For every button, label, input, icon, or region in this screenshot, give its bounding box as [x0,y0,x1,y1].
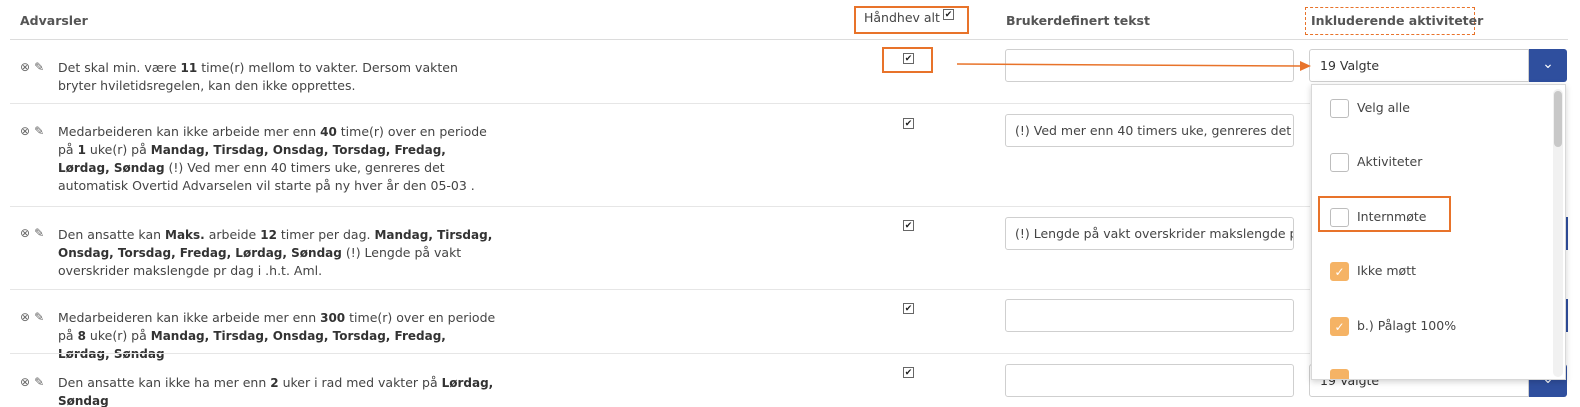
row-1-select-toggle[interactable]: ⌄ [1529,49,1567,82]
row-2-text: Medarbeideren kan ikke arbeide mer enn 4… [58,124,487,193]
row-4-enforce-checkbox[interactable]: ✔ [903,303,914,314]
circle-x-icon[interactable]: ⊗ [20,226,30,240]
row-1-text: Det skal min. være 11 time(r) mellom to … [58,60,458,93]
dropdown-item-velg-alle[interactable]: Velg alle [1330,99,1410,119]
row-divider [10,103,1310,104]
enforce-all-checkbox[interactable]: ✔ [943,9,954,20]
row-4-text: Medarbeideren kan ikke arbeide mer enn 3… [58,310,496,361]
header-brukerdefinert: Brukerdefinert tekst [1006,13,1150,28]
header-inkluderende: Inkluderende aktiviteter [1311,13,1484,28]
dropdown-scrollbar[interactable] [1553,89,1563,377]
dropdown-item-aktiviteter[interactable]: Aktiviteter [1330,153,1422,173]
edit-icon[interactable]: ✎ [34,375,44,389]
row-3-enforce-checkbox[interactable]: ✔ [903,220,914,231]
edit-icon[interactable]: ✎ [34,60,44,74]
row-1-actions: ⊗ ✎ [20,60,48,74]
header-advarsler: Advarsler [20,13,88,28]
row-1-enforce-checkbox[interactable]: ✔ [903,53,914,64]
row-5-text: Den ansatte kan ikke ha mer enn 2 uker i… [58,375,494,407]
edit-icon[interactable]: ✎ [34,226,44,240]
row-5-custom-text[interactable] [1005,364,1294,397]
dropdown-checkbox-checked[interactable]: ✓ [1330,262,1349,281]
row-divider [10,353,1310,354]
row-divider [10,289,1310,290]
activity-dropdown: Velg alle Aktiviteter Internmøte ✓ Ikke m… [1311,84,1566,380]
dropdown-item-partial[interactable] [1330,369,1357,379]
dropdown-item-internmote[interactable]: Internmøte [1330,208,1426,228]
row-1-activity-select[interactable]: 19 Valgte [1309,49,1529,82]
row-3-text: Den ansatte kan Maks. arbeide 12 timer p… [58,227,493,278]
row-4-actions: ⊗ ✎ [20,310,48,324]
dropdown-item-ikke-mott[interactable]: ✓ Ikke møtt [1330,262,1416,282]
row-3-actions: ⊗ ✎ [20,226,48,240]
edit-icon[interactable]: ✎ [34,124,44,138]
row-5-enforce-checkbox[interactable]: ✔ [903,367,914,378]
row-5-actions: ⊗ ✎ [20,375,48,389]
row-2-custom-text[interactable]: (!) Ved mer enn 40 timers uke, genreres … [1005,114,1294,147]
handhev-alt-label: Håndhev alt [864,10,940,25]
dropdown-item-palagt[interactable]: ✓ b.) Pålagt 100% [1330,317,1456,337]
row-4-custom-text[interactable] [1005,299,1294,332]
edit-icon[interactable]: ✎ [34,310,44,324]
circle-x-icon[interactable]: ⊗ [20,375,30,389]
circle-x-icon[interactable]: ⊗ [20,60,30,74]
circle-x-icon[interactable]: ⊗ [20,124,30,138]
row-2-actions: ⊗ ✎ [20,124,48,138]
dropdown-checkbox[interactable] [1330,153,1349,172]
circle-x-icon[interactable]: ⊗ [20,310,30,324]
dropdown-checkbox[interactable] [1330,99,1349,118]
annotation-arrow [956,61,1311,71]
dropdown-checkbox-checked[interactable] [1330,369,1349,379]
chevron-down-icon: ⌄ [1542,56,1554,72]
dropdown-checkbox[interactable] [1330,208,1349,227]
header-divider [10,39,1568,40]
row-3-custom-text[interactable]: (!) Lengde på vakt overskrider makslengd… [1005,217,1294,250]
dropdown-scrollbar-thumb[interactable] [1554,91,1562,147]
row-2-enforce-checkbox[interactable]: ✔ [903,118,914,129]
dropdown-checkbox-checked[interactable]: ✓ [1330,317,1349,336]
row-divider [10,206,1310,207]
